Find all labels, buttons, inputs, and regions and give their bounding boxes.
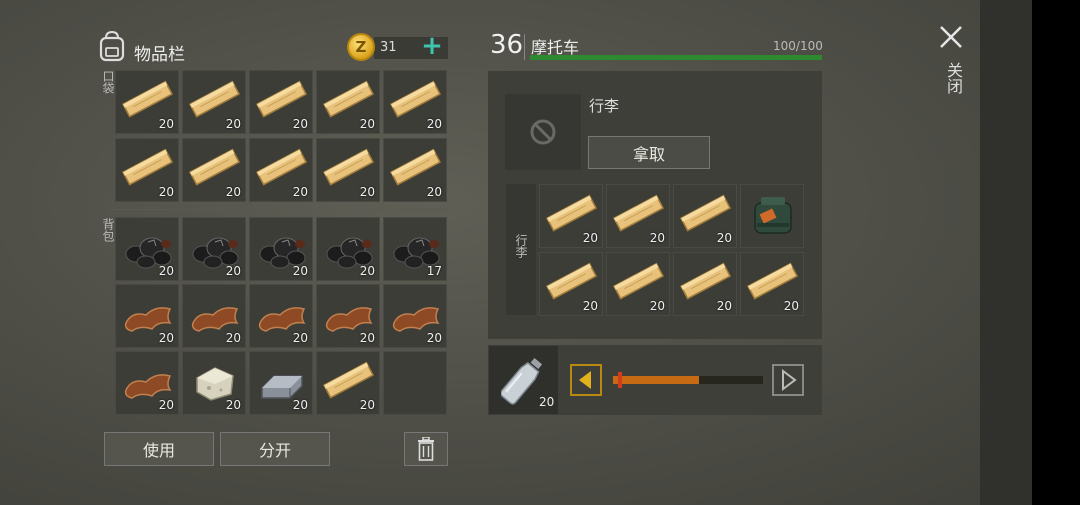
item-count: 20 <box>292 117 308 131</box>
item-count: 20 <box>225 264 241 278</box>
item-count: 20 <box>359 264 375 278</box>
item-count: 20 <box>225 117 241 131</box>
item-count: 20 <box>158 117 174 131</box>
bag-equip-slot[interactable] <box>505 94 581 170</box>
inventory-slot[interactable]: 17 <box>383 217 447 281</box>
item-count: 20 <box>158 264 174 278</box>
coin-icon: Z <box>347 33 375 61</box>
item-count: 20 <box>359 117 375 131</box>
amount-slider[interactable] <box>613 376 763 384</box>
inventory-slot[interactable]: 20 <box>249 284 313 348</box>
item-count: 20 <box>292 398 308 412</box>
inventory-slot[interactable]: 20 <box>115 351 179 415</box>
inventory-slot[interactable]: 20 <box>249 138 313 202</box>
inventory-slot[interactable]: 20 <box>316 284 380 348</box>
inventory-slot[interactable]: 20 <box>182 138 246 202</box>
bag-icon <box>754 197 792 234</box>
coin-count: 31 <box>380 40 397 55</box>
item-count: 20 <box>359 185 375 199</box>
item-count: 20 <box>582 299 598 313</box>
inventory-slot[interactable]: 20 <box>606 252 670 316</box>
inventory-header: 物品栏 Z 31 + <box>98 30 448 65</box>
item-count: 20 <box>359 398 375 412</box>
close-button[interactable] <box>936 22 966 52</box>
inventory-slot[interactable]: 20 <box>182 351 246 415</box>
vehicle-hp: 100/100 <box>773 39 823 53</box>
inventory-slot[interactable]: 20 <box>316 351 380 415</box>
arrow-right-icon <box>782 369 797 391</box>
screen-edge <box>1032 0 1080 505</box>
inventory-slot[interactable]: 20 <box>182 217 246 281</box>
inventory-slot[interactable]: 20 <box>115 70 179 134</box>
inventory-slot[interactable]: 20 <box>606 184 670 248</box>
item-count: 20 <box>158 185 174 199</box>
bag-slot-label: 行李 <box>589 97 620 115</box>
item-count: 20 <box>158 331 174 345</box>
item-count: 20 <box>292 264 308 278</box>
split-button[interactable]: 分开 <box>220 432 330 466</box>
trash-button[interactable] <box>404 432 448 466</box>
trash-icon <box>418 437 434 461</box>
item-count: 20 <box>716 299 732 313</box>
inventory-slot[interactable]: 20 <box>115 138 179 202</box>
arrow-left-icon <box>579 371 591 389</box>
item-count: 20 <box>426 185 442 199</box>
take-button[interactable]: 拿取 <box>588 136 710 169</box>
slider-handle[interactable] <box>618 372 622 388</box>
empty-slot[interactable] <box>383 351 447 415</box>
inventory-slot[interactable] <box>740 184 804 248</box>
add-coins-button[interactable]: + <box>420 33 444 59</box>
prev-button[interactable] <box>570 364 602 396</box>
side-strip <box>980 0 1032 505</box>
item-count: 20 <box>292 185 308 199</box>
item-count: 20 <box>225 398 241 412</box>
inventory-slot[interactable]: 20 <box>673 184 737 248</box>
quick-item-count: 20 <box>539 395 555 409</box>
inventory-slot[interactable]: 20 <box>673 252 737 316</box>
item-count: 20 <box>359 331 375 345</box>
use-button[interactable]: 使用 <box>104 432 214 466</box>
inventory-slot[interactable]: 20 <box>316 217 380 281</box>
item-count: 20 <box>158 398 174 412</box>
inventory-slot[interactable]: 20 <box>115 217 179 281</box>
inventory-slot[interactable]: 20 <box>115 284 179 348</box>
slider-fill <box>613 376 699 384</box>
luggage-side-tab: 行李 <box>506 184 536 315</box>
luggage-label: 行李 <box>514 234 528 258</box>
inventory-slot[interactable]: 20 <box>383 138 447 202</box>
next-button[interactable] <box>772 364 804 396</box>
inventory-slot[interactable]: 20 <box>316 138 380 202</box>
backpack-icon <box>99 30 125 62</box>
item-count: 20 <box>649 299 665 313</box>
item-count: 20 <box>582 231 598 245</box>
item-count: 20 <box>426 331 442 345</box>
section-divider <box>114 209 448 210</box>
item-count: 20 <box>716 231 732 245</box>
inventory-title: 物品栏 <box>134 45 185 65</box>
item-count: 20 <box>649 231 665 245</box>
level-separator <box>524 34 525 60</box>
close-icon <box>940 26 962 48</box>
inventory-slot[interactable]: 20 <box>249 217 313 281</box>
item-count: 20 <box>225 331 241 345</box>
item-count: 20 <box>225 185 241 199</box>
inventory-slot[interactable]: 20 <box>383 70 447 134</box>
blocked-icon <box>530 119 556 145</box>
inventory-slot[interactable]: 20 <box>316 70 380 134</box>
inventory-slot[interactable]: 20 <box>539 252 603 316</box>
inventory-slot[interactable]: 20 <box>182 70 246 134</box>
close-label: 关闭 <box>944 62 963 94</box>
inventory-slot[interactable]: 20 <box>383 284 447 348</box>
vehicle-hp-bar <box>530 55 822 60</box>
inventory-slot[interactable]: 20 <box>249 70 313 134</box>
item-count: 20 <box>292 331 308 345</box>
vehicle-level: 36 <box>490 30 524 60</box>
inventory-slot[interactable]: 20 <box>249 351 313 415</box>
item-count: 17 <box>426 264 442 278</box>
inventory-slot[interactable]: 20 <box>539 184 603 248</box>
item-count: 20 <box>426 117 442 131</box>
inventory-slot[interactable]: 20 <box>740 252 804 316</box>
item-count: 20 <box>783 299 799 313</box>
inventory-slot[interactable]: 20 <box>182 284 246 348</box>
